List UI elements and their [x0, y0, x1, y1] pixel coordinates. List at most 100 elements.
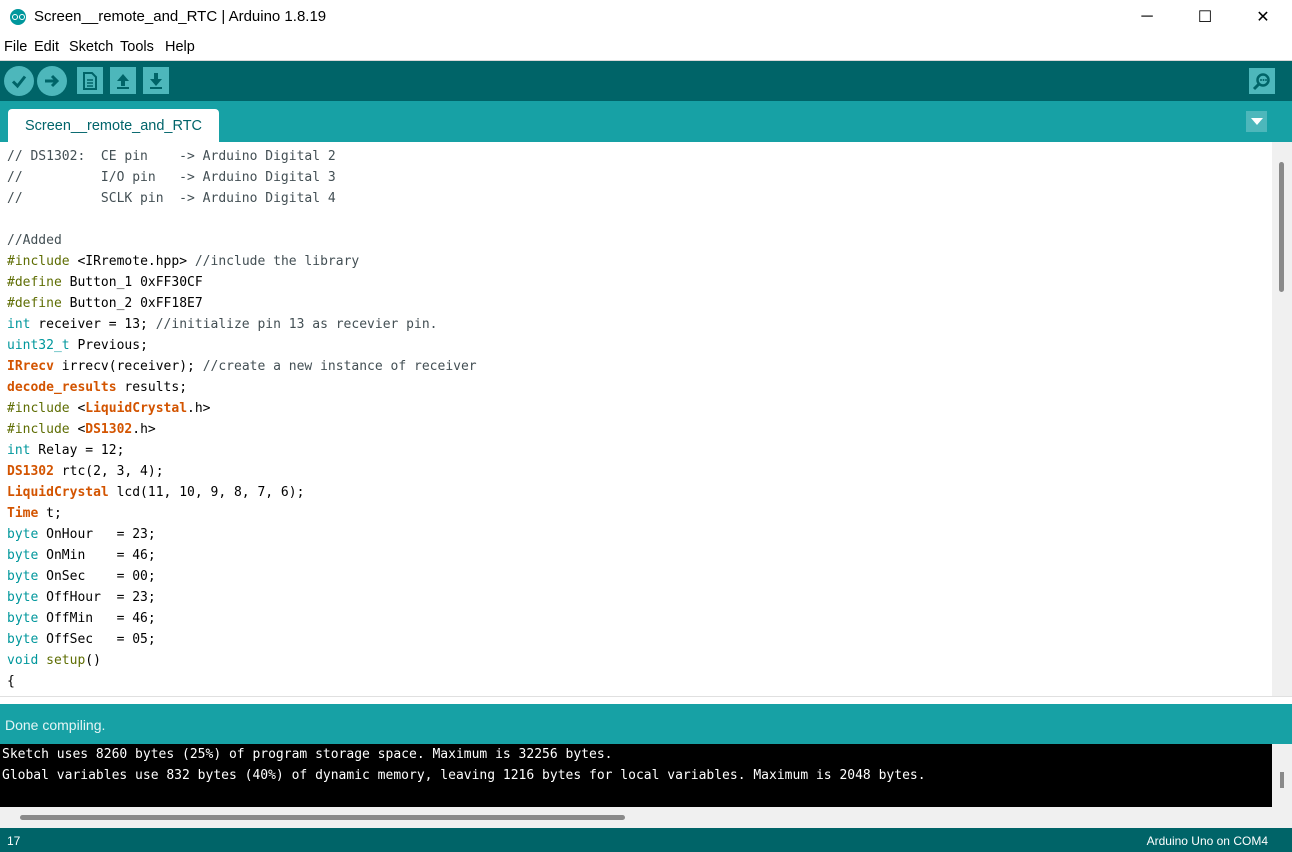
line-number: 17: [7, 834, 21, 848]
code-token: Relay = 12;: [30, 443, 125, 458]
tab-screen-remote-and-rtc[interactable]: Screen__remote_and_RTC: [8, 109, 219, 142]
code-line[interactable]: int Relay = 12;: [7, 440, 477, 461]
code-line[interactable]: uint32_t Previous;: [7, 335, 477, 356]
console-line: Global variables use 832 bytes (40%) of …: [2, 768, 926, 783]
serial-monitor-button[interactable]: [1249, 68, 1275, 94]
maximize-button[interactable]: ☐: [1176, 0, 1234, 34]
editor-vertical-scrollbar[interactable]: [1272, 142, 1292, 696]
code-line[interactable]: //Added: [7, 230, 477, 251]
code-token: Button_1 0xFF30CF: [61, 275, 203, 290]
menu-tools[interactable]: Tools: [120, 39, 154, 55]
code-token: <: [69, 401, 86, 416]
code-token: t;: [38, 506, 62, 521]
code-token: // I/O pin -> Arduino Digital 3: [7, 170, 336, 185]
new-sketch-button[interactable]: [77, 67, 103, 94]
code-line[interactable]: decode_results results;: [7, 377, 477, 398]
code-line[interactable]: byte OnSec = 00;: [7, 566, 477, 587]
code-token: #include: [7, 254, 70, 269]
code-line[interactable]: Time t;: [7, 503, 477, 524]
code-token: setup: [46, 653, 86, 668]
console-horizontal-scrollbar[interactable]: [0, 807, 1292, 828]
arduino-logo-icon: [10, 9, 26, 25]
console-output[interactable]: Sketch uses 8260 bytes (25%) of program …: [0, 744, 1272, 807]
code-line[interactable]: // DS1302: CE pin -> Arduino Digital 2: [7, 146, 477, 167]
code-line[interactable]: #include <DS1302.h>: [7, 419, 477, 440]
code-line[interactable]: [7, 209, 477, 230]
serial-monitor-icon: [1252, 73, 1270, 91]
tab-bar: Screen__remote_and_RTC: [0, 101, 1292, 142]
code-token: OffSec = 05;: [38, 632, 156, 647]
code-token: OnSec = 00;: [38, 569, 156, 584]
save-icon: [150, 72, 162, 89]
code-token: results;: [116, 380, 188, 395]
code-line[interactable]: byte OffMin = 46;: [7, 608, 477, 629]
console-hscroll-thumb[interactable]: [20, 815, 625, 820]
code-editor[interactable]: // DS1302: CE pin -> Arduino Digital 2 //…: [0, 142, 1272, 696]
status-message: Done compiling.: [5, 717, 106, 733]
code-text[interactable]: // DS1302: CE pin -> Arduino Digital 2 //…: [7, 146, 477, 692]
new-icon: [83, 71, 97, 90]
code-line[interactable]: int receiver = 13; //initialize pin 13 a…: [7, 314, 477, 335]
code-token: (): [85, 653, 101, 668]
console-vertical-scrollbar[interactable]: [1272, 744, 1292, 807]
code-token: byte: [7, 632, 39, 647]
code-token: void: [7, 653, 39, 668]
code-token: //create a new instance of receiver: [202, 359, 477, 374]
console-text: Sketch uses 8260 bytes (25%) of program …: [2, 744, 926, 786]
code-token: byte: [7, 527, 39, 542]
editor-scroll-thumb[interactable]: [1279, 162, 1284, 292]
window-title: Screen__remote_and_RTC | Arduino 1.8.19: [34, 8, 327, 25]
menu-edit[interactable]: Edit: [34, 39, 59, 55]
code-line[interactable]: byte OnMin = 46;: [7, 545, 477, 566]
code-line[interactable]: #include <LiquidCrystal.h>: [7, 398, 477, 419]
code-token: decode_results: [7, 380, 117, 395]
code-token: receiver = 13;: [30, 317, 156, 332]
code-token: Button_2 0xFF18E7: [61, 296, 203, 311]
code-token: OnHour = 23;: [38, 527, 156, 542]
menu-help[interactable]: Help: [165, 39, 195, 55]
code-token: int: [7, 443, 31, 458]
verify-button[interactable]: [4, 66, 34, 96]
code-line[interactable]: #include <IRremote.hpp> //include the li…: [7, 251, 477, 272]
code-line[interactable]: LiquidCrystal lcd(11, 10, 9, 8, 7, 6);: [7, 482, 477, 503]
code-line[interactable]: #define Button_2 0xFF18E7: [7, 293, 477, 314]
code-token: DS1302: [85, 422, 133, 437]
open-sketch-button[interactable]: [110, 67, 136, 94]
code-token: .h>: [187, 401, 211, 416]
title-bar: Screen__remote_and_RTC | Arduino 1.8.19 …: [0, 0, 1292, 34]
code-line[interactable]: byte OnHour = 23;: [7, 524, 477, 545]
code-token: #include: [7, 401, 70, 416]
menu-sketch[interactable]: Sketch: [69, 39, 113, 55]
console-scroll-thumb[interactable]: [1280, 772, 1284, 788]
code-line[interactable]: // SCLK pin -> Arduino Digital 4: [7, 188, 477, 209]
code-token: // SCLK pin -> Arduino Digital 4: [7, 191, 336, 206]
menu-file[interactable]: File: [4, 39, 27, 55]
toolbar: [0, 61, 1292, 101]
code-line[interactable]: void setup(): [7, 650, 477, 671]
board-port-info: Arduino Uno on COM4: [1146, 834, 1268, 848]
code-token: DS1302: [7, 464, 54, 479]
code-line[interactable]: IRrecv irrecv(receiver); //create a new …: [7, 356, 477, 377]
open-icon: [117, 73, 129, 89]
save-sketch-button[interactable]: [143, 67, 169, 94]
code-token: rtc(2, 3, 4);: [53, 464, 164, 479]
code-token: byte: [7, 548, 39, 563]
code-line[interactable]: {: [7, 671, 477, 692]
close-button[interactable]: ✕: [1234, 0, 1292, 34]
code-token: //Added: [7, 233, 62, 248]
chevron-down-icon: [1250, 117, 1263, 125]
code-line[interactable]: #define Button_1 0xFF30CF: [7, 272, 477, 293]
code-line[interactable]: byte OffSec = 05;: [7, 629, 477, 650]
code-token: Time: [7, 506, 39, 521]
code-token: OnMin = 46;: [38, 548, 156, 563]
code-token: irrecv(receiver);: [53, 359, 203, 374]
code-token: <IRremote.hpp>: [69, 254, 195, 269]
menu-bar: File Edit Sketch Tools Help: [0, 36, 1292, 61]
code-line[interactable]: byte OffHour = 23;: [7, 587, 477, 608]
code-line[interactable]: DS1302 rtc(2, 3, 4);: [7, 461, 477, 482]
code-line[interactable]: // I/O pin -> Arduino Digital 3: [7, 167, 477, 188]
upload-button[interactable]: [37, 66, 67, 96]
minimize-button[interactable]: ─: [1118, 0, 1176, 34]
code-token: .h>: [132, 422, 156, 437]
tab-menu-button[interactable]: [1246, 111, 1267, 132]
